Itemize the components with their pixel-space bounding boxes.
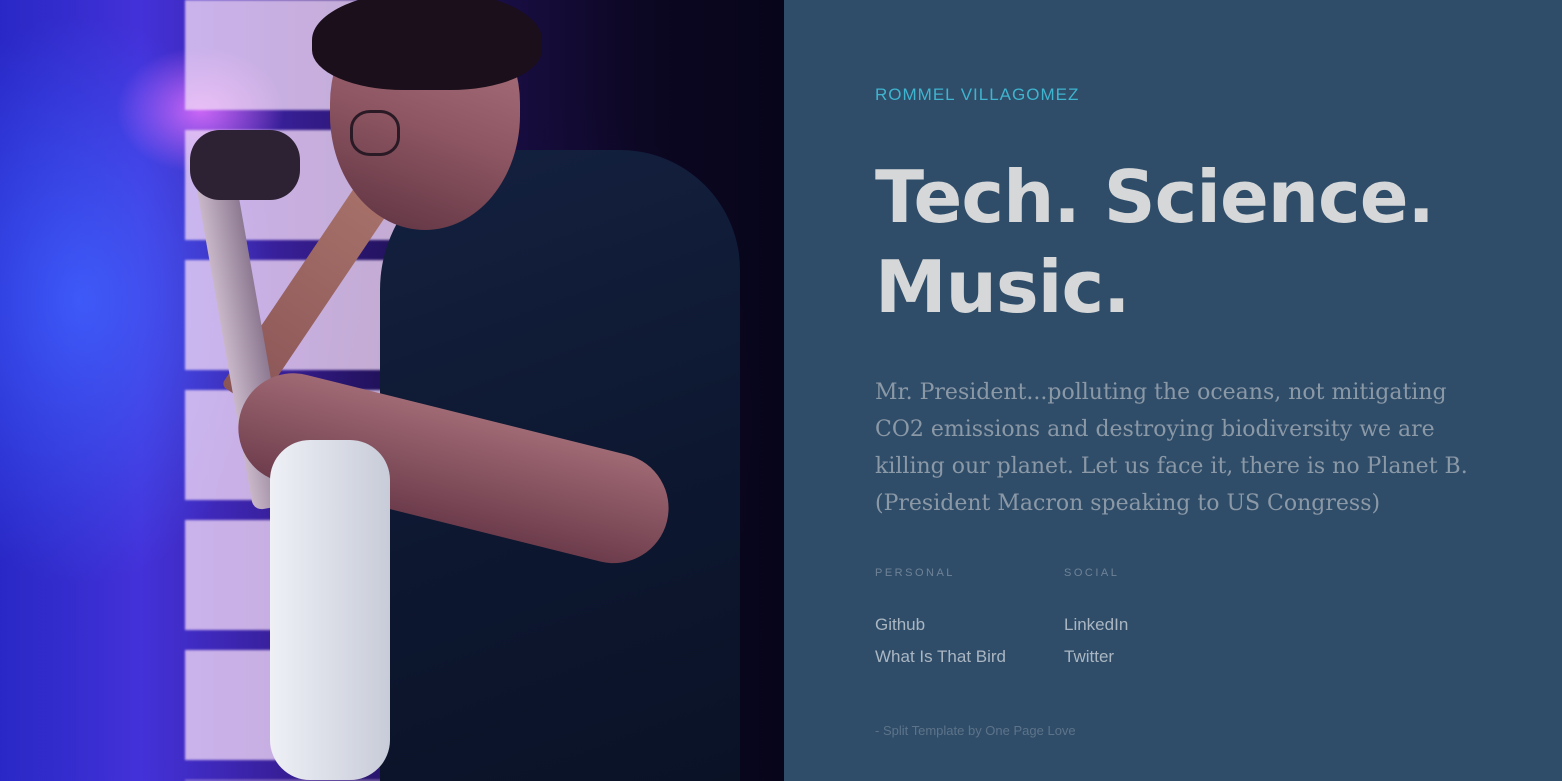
social-link-list: LinkedIn Twitter — [1064, 615, 1253, 679]
what-is-that-bird-link[interactable]: What Is That Bird — [875, 647, 1006, 666]
page-headline: Tech. Science. Music. — [875, 152, 1495, 332]
personal-links-column: PERSONAL Github What Is That Bird — [875, 567, 1064, 679]
hero-photo — [0, 0, 784, 781]
social-links-column: SOCIAL LinkedIn Twitter — [1064, 567, 1253, 679]
list-item: Twitter — [1064, 647, 1253, 679]
template-credit-link[interactable]: - Split Template by One Page Love — [875, 723, 1076, 738]
guitar-body — [270, 440, 390, 780]
site-owner-name: ROMMEL VILLAGOMEZ — [875, 85, 1080, 104]
page: ROMMEL VILLAGOMEZ Tech. Science. Music. … — [0, 0, 1562, 781]
content-panel: ROMMEL VILLAGOMEZ Tech. Science. Music. … — [784, 0, 1562, 781]
headline-line-1: Tech. Science. — [875, 155, 1435, 239]
guitarist-hair — [312, 0, 542, 90]
guitarist-glasses — [350, 110, 400, 156]
links-section: PERSONAL Github What Is That Bird SOCIAL… — [875, 567, 1253, 679]
list-item: What Is That Bird — [875, 647, 1064, 679]
list-item: LinkedIn — [1064, 615, 1253, 647]
list-item: Github — [875, 615, 1064, 647]
social-heading: SOCIAL — [1064, 567, 1120, 579]
intro-quote: Mr. President...polluting the oceans, no… — [875, 380, 1468, 516]
github-link[interactable]: Github — [875, 615, 925, 634]
linkedin-link[interactable]: LinkedIn — [1064, 615, 1128, 634]
twitter-link[interactable]: Twitter — [1064, 647, 1114, 666]
personal-link-list: Github What Is That Bird — [875, 615, 1064, 679]
headline-line-2: Music. — [875, 245, 1130, 329]
personal-heading: PERSONAL — [875, 567, 955, 579]
guitar-headstock — [190, 130, 300, 200]
